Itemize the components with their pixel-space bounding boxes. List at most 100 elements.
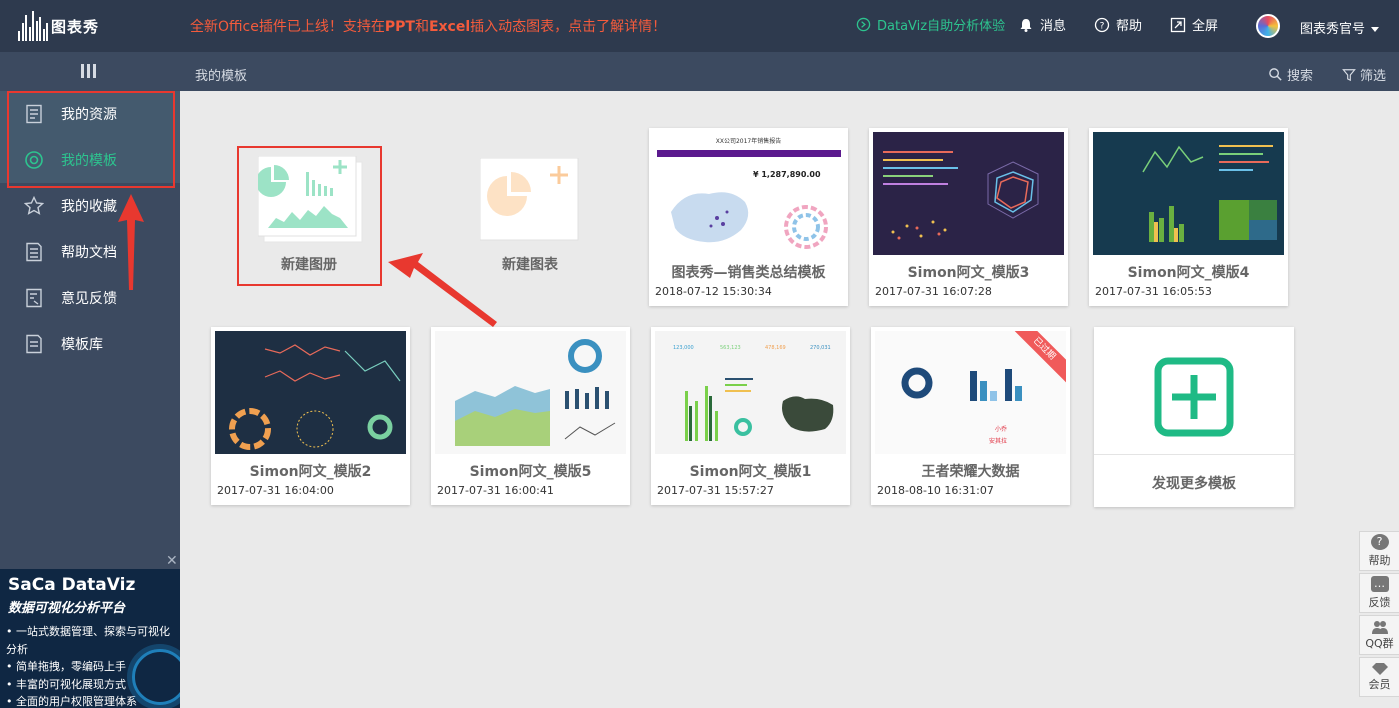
- template-title: 王者荣耀大数据: [921, 464, 1020, 480]
- library-icon: [24, 334, 44, 354]
- template-date: 2017-07-31 16:07:28: [875, 285, 992, 298]
- annotation-arrow-left: [388, 253, 497, 327]
- template-date: 2017-07-31 16:04:00: [217, 484, 334, 497]
- template-title: Simon阿文_模版2: [249, 464, 372, 480]
- svg-text:563,123: 563,123: [720, 345, 741, 351]
- help-circle-icon: ?: [1094, 17, 1110, 32]
- thumb-value: ¥ 1,287,890.00: [753, 170, 821, 179]
- logo-text: 图表秀: [51, 17, 100, 36]
- help-label: 帮助: [1116, 19, 1143, 34]
- template-title: 图表秀—销售类总结模板: [671, 265, 826, 281]
- float-feedback-label: 反馈: [1368, 596, 1391, 609]
- float-help-button[interactable]: ? 帮助: [1359, 531, 1399, 571]
- filter-button[interactable]: 筛选: [1342, 65, 1386, 84]
- plus-box-icon: [1154, 357, 1234, 437]
- dataviz-label: DataViz自助分析体验: [877, 19, 1006, 34]
- help-button[interactable]: ? 帮助: [1094, 15, 1142, 34]
- svg-text:?: ?: [1100, 21, 1105, 31]
- promo-banner[interactable]: SaCa DataViz 数据可视化分析平台 • 一站式数据管理、探索与可视化分…: [0, 569, 180, 708]
- float-feedback-button[interactable]: … 反馈: [1359, 573, 1399, 613]
- fullscreen-button[interactable]: 全屏: [1170, 15, 1218, 34]
- template-card[interactable]: Simon阿文_模版4 2017-07-31 16:05:53: [1089, 128, 1288, 306]
- discover-more-card[interactable]: 发现更多模板: [1094, 327, 1294, 507]
- sidebar-item-favorites[interactable]: 我的收藏: [0, 183, 180, 229]
- sidebar-item-label: 模板库: [61, 337, 103, 353]
- template-thumbnail: XX公司2017年销售报告 ¥ 1,287,890.00: [653, 132, 844, 255]
- promo-subtitle: 数据可视化分析平台: [8, 601, 126, 616]
- close-icon[interactable]: ✕: [166, 553, 178, 569]
- float-qq-label: QQ群: [1365, 637, 1394, 650]
- float-help-label: 帮助: [1368, 554, 1391, 567]
- fullscreen-label: 全屏: [1192, 19, 1219, 34]
- template-title: Simon阿文_模版4: [1127, 265, 1250, 281]
- divider: [1094, 454, 1294, 455]
- bell-icon: [1020, 18, 1032, 32]
- chevron-down-icon: [1371, 27, 1380, 32]
- messages-button[interactable]: 消息: [1018, 15, 1066, 34]
- diamond-icon: [1371, 663, 1388, 675]
- announcement-link[interactable]: 全新Office插件已上线！支持在PPT和Excel插入动态图表，点击了解详情！: [190, 16, 666, 36]
- fullscreen-icon: [1170, 17, 1186, 32]
- sidebar-item-template-library[interactable]: 模板库: [0, 321, 180, 367]
- template-card[interactable]: 123,000 563,123 478,169 270,031 Simon阿文_模版1…: [651, 327, 850, 505]
- sidebar-item-feedback[interactable]: 意见反馈: [0, 275, 180, 321]
- user-avatar[interactable]: [1256, 14, 1280, 38]
- filter-icon: [1342, 68, 1356, 81]
- sidebar-item-label: 我的模板: [61, 153, 117, 169]
- template-date: 2018-07-12 15:30:34: [655, 285, 772, 298]
- svg-text:478,169: 478,169: [765, 345, 786, 351]
- top-bar: 图表秀 全新Office插件已上线！支持在PPT和Excel插入动态图表，点击了…: [0, 0, 1399, 52]
- discover-more-label: 发现更多模板: [1152, 476, 1236, 492]
- app-logo[interactable]: 图表秀: [18, 8, 130, 44]
- arrow-circle-icon: [856, 17, 871, 32]
- dataviz-link[interactable]: DataViz自助分析体验: [856, 15, 1005, 34]
- new-chart-icon: [480, 158, 579, 241]
- float-member-button[interactable]: 会员: [1359, 657, 1399, 697]
- sidebar-item-help-docs[interactable]: 帮助文档: [0, 229, 180, 275]
- svg-text:小乔: 小乔: [995, 425, 1007, 433]
- new-album-button[interactable]: 新建图册: [237, 146, 382, 286]
- target-icon: [24, 150, 44, 170]
- sidebar-item-resources[interactable]: 我的资源: [0, 91, 180, 137]
- template-card[interactable]: XX公司2017年销售报告 ¥ 1,287,890.00 图表秀—销售类总结模板…: [649, 128, 848, 306]
- announce-excel: Excel: [428, 19, 471, 35]
- template-card[interactable]: 小乔 安其拉 已过期 王者荣耀大数据 2018-08-10 16:31:07: [871, 327, 1070, 505]
- sub-bar: 我的模板 搜索 筛选: [0, 52, 1399, 91]
- filter-label: 筛选: [1360, 69, 1387, 84]
- document-icon: [24, 104, 44, 124]
- svg-text:123,000: 123,000: [673, 345, 694, 351]
- float-member-label: 会员: [1368, 678, 1391, 691]
- announce-part3: 插入动态图表，点击了解详情！: [470, 19, 667, 35]
- promo-decoration-icon: [132, 649, 180, 705]
- template-card[interactable]: Simon阿文_模版5 2017-07-31 16:00:41: [431, 327, 630, 505]
- username-label: 图表秀官号: [1300, 22, 1366, 37]
- logo-bars-icon: [18, 11, 48, 41]
- svg-text:270,031: 270,031: [810, 345, 831, 351]
- template-thumbnail: [1093, 132, 1284, 255]
- template-card[interactable]: Simon阿文_模版3 2017-07-31 16:07:28: [869, 128, 1068, 306]
- template-thumbnail: 小乔 安其拉 已过期: [875, 331, 1066, 454]
- template-thumbnail: [435, 331, 626, 454]
- template-date: 2017-07-31 16:05:53: [1095, 285, 1212, 298]
- template-thumbnail: [215, 331, 406, 454]
- float-qq-button[interactable]: QQ群: [1359, 615, 1399, 655]
- sidebar-item-templates[interactable]: 我的模板: [0, 137, 180, 183]
- messages-label: 消息: [1040, 19, 1067, 34]
- breadcrumb: 我的模板: [195, 69, 248, 84]
- sidebar-item-label: 帮助文档: [61, 245, 117, 261]
- user-menu[interactable]: 图表秀官号: [1300, 18, 1380, 37]
- template-card[interactable]: Simon阿文_模版2 2017-07-31 16:04:00: [211, 327, 410, 505]
- menu-toggle-icon[interactable]: [81, 64, 96, 78]
- sidebar-item-label: 我的资源: [61, 107, 117, 123]
- new-album-label: 新建图册: [281, 257, 337, 273]
- search-icon: [1269, 68, 1282, 81]
- template-date: 2017-07-31 15:57:27: [657, 484, 774, 497]
- template-date: 2018-08-10 16:31:07: [877, 484, 994, 497]
- search-button[interactable]: 搜索: [1268, 65, 1313, 84]
- announce-part2: 和: [414, 19, 429, 35]
- template-title: Simon阿文_模版1: [689, 464, 812, 480]
- svg-text:安其拉: 安其拉: [989, 437, 1007, 445]
- sidebar-item-label: 我的收藏: [61, 199, 117, 215]
- doc-lines-icon: [24, 242, 44, 262]
- thumb-title: XX公司2017年销售报告: [715, 138, 782, 145]
